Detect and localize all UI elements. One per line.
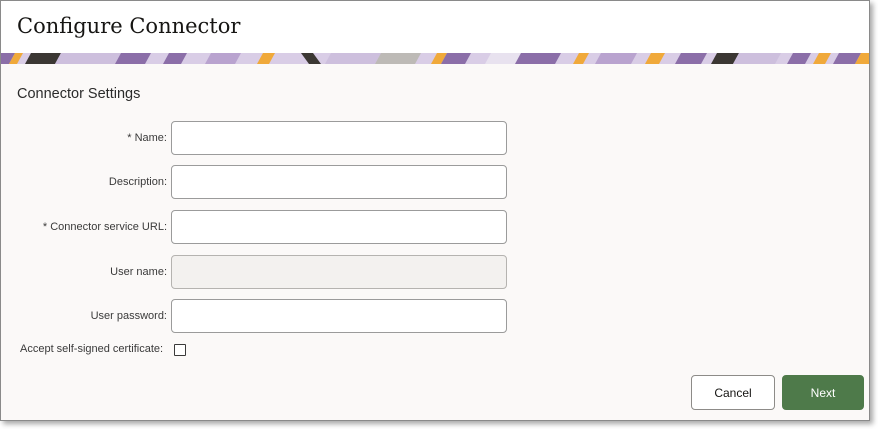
connector-url-label: * Connector service URL:: [42, 221, 167, 233]
password-input[interactable]: [171, 299, 507, 333]
username-input: [171, 255, 507, 289]
dialog-header: Configure Connector: [1, 1, 869, 53]
section-title: Connector Settings: [17, 86, 141, 102]
name-row: * Name:: [1, 121, 521, 155]
name-input[interactable]: [171, 121, 507, 155]
description-input[interactable]: [171, 165, 507, 199]
username-label: User name:: [110, 266, 167, 278]
password-label: User password:: [90, 310, 167, 322]
configure-connector-dialog: Configure Connector Connector Settings *…: [0, 0, 870, 421]
description-row: Description:: [1, 165, 521, 199]
description-label: Description:: [108, 176, 167, 188]
self-signed-row: Accept self-signed certificate:: [1, 342, 261, 358]
username-row: User name:: [1, 255, 521, 289]
self-signed-checkbox[interactable]: [174, 344, 186, 356]
dialog-title: Configure Connector: [17, 14, 241, 38]
next-button[interactable]: Next: [782, 375, 864, 410]
connector-url-row: * Connector service URL:: [1, 210, 521, 244]
cancel-button[interactable]: Cancel: [691, 375, 775, 410]
self-signed-label: Accept self-signed certificate:: [20, 343, 164, 355]
connector-url-input[interactable]: [171, 210, 507, 244]
password-row: User password:: [1, 299, 521, 333]
header-banner-pattern: [1, 53, 869, 64]
name-label: * Name:: [127, 132, 167, 144]
